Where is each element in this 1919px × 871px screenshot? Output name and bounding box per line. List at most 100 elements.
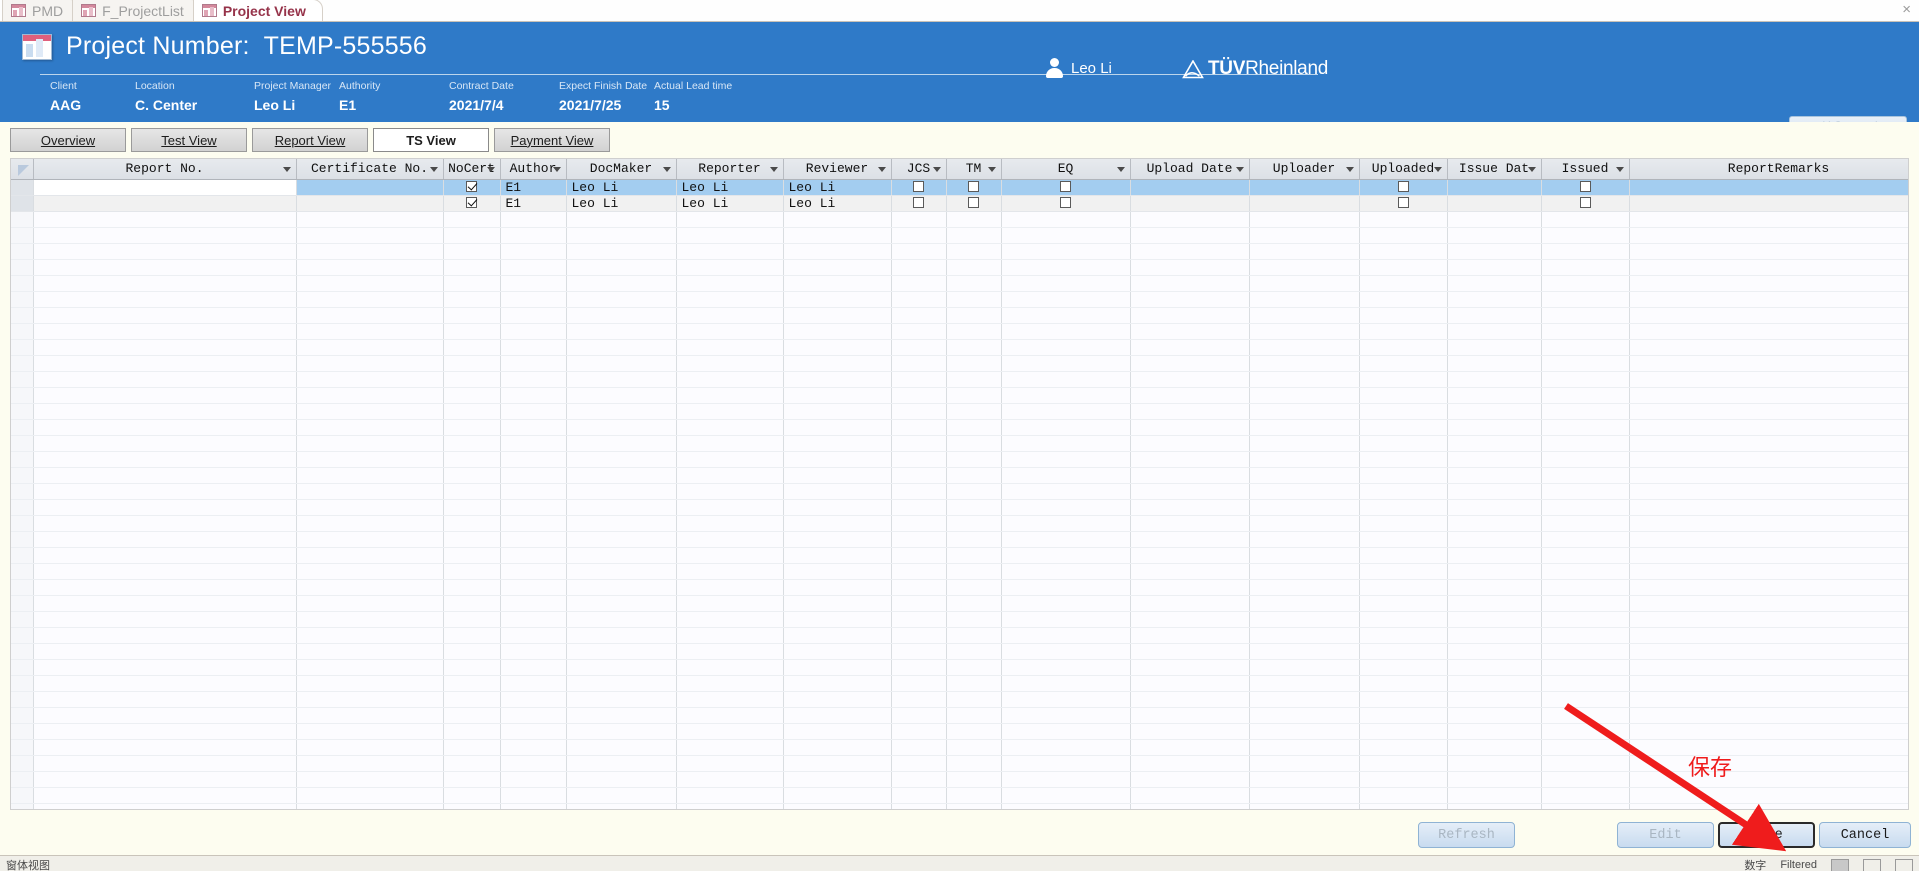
cell-eq[interactable]: [1001, 179, 1131, 196]
table-row[interactable]: [11, 211, 1908, 228]
checkbox[interactable]: [466, 180, 477, 192]
layout-view-button[interactable]: [1863, 858, 1881, 871]
cell-upload-date[interactable]: [1130, 211, 1250, 228]
checkbox[interactable]: [968, 196, 979, 208]
column-header-reviewer[interactable]: Reviewer: [783, 159, 892, 180]
cell-tm[interactable]: [946, 211, 1002, 228]
tab-test-view[interactable]: Test View: [131, 128, 247, 152]
chevron-down-icon[interactable]: [552, 166, 561, 172]
checkbox[interactable]: [1579, 180, 1591, 192]
column-header-author[interactable]: Author: [500, 159, 567, 180]
column-header-uploaded[interactable]: Uploaded: [1359, 159, 1448, 180]
checkbox[interactable]: [1579, 196, 1591, 208]
tab-ts-view[interactable]: TS View: [373, 128, 489, 152]
column-header-issued[interactable]: Issued: [1541, 159, 1630, 180]
cell-reportremarks[interactable]: [1629, 211, 1908, 228]
row-selector[interactable]: [11, 179, 34, 196]
cell-issue-dat[interactable]: [1447, 195, 1542, 212]
cell-reportremarks[interactable]: [1629, 195, 1908, 212]
cell-uploaded[interactable]: [1359, 179, 1448, 196]
tab-payment-view[interactable]: Payment View: [494, 128, 610, 152]
edit-button[interactable]: Edit: [1617, 822, 1714, 848]
refresh-button[interactable]: Refresh: [1418, 822, 1515, 848]
cell-certificate-no[interactable]: [296, 211, 444, 228]
row-selector[interactable]: [11, 195, 34, 212]
row-selector[interactable]: [11, 211, 34, 228]
column-header-reportremarks[interactable]: ReportRemarks: [1629, 159, 1908, 180]
chevron-down-icon[interactable]: [1235, 166, 1244, 172]
checkbox[interactable]: [1060, 180, 1071, 192]
cell-uploaded[interactable]: [1359, 195, 1448, 212]
cell-nocert[interactable]: [443, 211, 501, 228]
cell-certificate-no[interactable]: [296, 195, 444, 212]
table-row[interactable]: E1 Leo Li Leo Li Leo Li: [11, 195, 1908, 212]
cell-issued[interactable]: [1541, 179, 1630, 196]
chevron-down-icon[interactable]: [1615, 166, 1624, 172]
chevron-down-icon[interactable]: [282, 166, 291, 172]
cell-docmaker[interactable]: Leo Li: [566, 179, 677, 196]
column-header-jcs[interactable]: JCS: [891, 159, 947, 180]
cell-reporter[interactable]: Leo Li: [676, 179, 784, 196]
chevron-down-icon[interactable]: [486, 166, 495, 172]
cell-jcs[interactable]: [891, 211, 947, 228]
checkbox[interactable]: [1397, 180, 1409, 192]
column-header-certificate-no[interactable]: Certificate No.: [296, 159, 444, 180]
cell-issue-dat[interactable]: [1447, 211, 1542, 228]
cell-upload-date[interactable]: [1130, 195, 1250, 212]
cell-tm[interactable]: [946, 179, 1002, 196]
column-header-reporter[interactable]: Reporter: [676, 159, 784, 180]
design-view-button[interactable]: [1895, 858, 1913, 871]
chevron-down-icon[interactable]: [1433, 166, 1442, 172]
chevron-down-icon[interactable]: [1116, 166, 1125, 172]
cell-reportremarks[interactable]: [1629, 179, 1908, 196]
datasheet-view-button[interactable]: [1831, 858, 1849, 871]
cell-uploader[interactable]: [1249, 179, 1360, 196]
chevron-down-icon[interactable]: [1345, 166, 1354, 172]
cancel-button[interactable]: Cancel: [1819, 822, 1911, 848]
cell-reviewer[interactable]: Leo Li: [783, 195, 892, 212]
chevron-down-icon[interactable]: [1527, 166, 1536, 172]
current-user[interactable]: Leo Li: [1045, 58, 1112, 78]
doc-tab-pmd[interactable]: PMD: [2, 0, 81, 21]
cell-nocert[interactable]: [443, 179, 501, 196]
cell-reviewer[interactable]: [783, 211, 892, 228]
cell-uploader[interactable]: [1249, 195, 1360, 212]
tab-report-view[interactable]: Report View: [252, 128, 368, 152]
cell-author[interactable]: E1: [500, 179, 567, 196]
cell-eq[interactable]: [1001, 211, 1131, 228]
table-row[interactable]: E1 Leo Li Leo Li Leo Li: [11, 178, 1908, 196]
cell-reporter[interactable]: Leo Li: [676, 195, 784, 212]
chevron-down-icon[interactable]: [987, 166, 996, 172]
column-header-tm[interactable]: TM: [946, 159, 1002, 180]
cell-eq[interactable]: [1001, 195, 1131, 212]
column-header-report-no[interactable]: Report No.: [33, 159, 297, 180]
cell-uploader[interactable]: [1249, 211, 1360, 228]
cell-issued[interactable]: [1541, 195, 1630, 212]
cell-docmaker[interactable]: Leo Li: [566, 195, 677, 212]
chevron-down-icon[interactable]: [662, 166, 671, 172]
cell-docmaker[interactable]: [566, 211, 677, 228]
cell-report-no[interactable]: [33, 211, 297, 228]
cell-jcs[interactable]: [891, 195, 947, 212]
cell-reporter[interactable]: [676, 211, 784, 228]
cell-jcs[interactable]: [891, 179, 947, 196]
cell-report-no[interactable]: [33, 195, 297, 212]
cell-certificate-no[interactable]: [296, 179, 444, 196]
cell-upload-date[interactable]: [1130, 179, 1250, 196]
cell-author[interactable]: E1: [500, 195, 567, 212]
column-header-uploader[interactable]: Uploader: [1249, 159, 1360, 180]
cell-author[interactable]: [500, 211, 567, 228]
chevron-down-icon[interactable]: [877, 166, 886, 172]
column-header-issue-dat[interactable]: Issue Dat: [1447, 159, 1542, 180]
cell-uploaded[interactable]: [1359, 211, 1448, 228]
cell-issued[interactable]: [1541, 211, 1630, 228]
cell-reviewer[interactable]: Leo Li: [783, 179, 892, 196]
column-header-docmaker[interactable]: DocMaker: [566, 159, 677, 180]
checkbox[interactable]: [1397, 196, 1409, 208]
cell-report-no[interactable]: [32, 178, 297, 196]
cell-nocert[interactable]: [443, 195, 501, 212]
checkbox[interactable]: [968, 180, 979, 192]
column-header-eq[interactable]: EQ: [1001, 159, 1131, 180]
save-button[interactable]: Save: [1718, 822, 1815, 848]
chevron-down-icon[interactable]: [769, 166, 778, 172]
